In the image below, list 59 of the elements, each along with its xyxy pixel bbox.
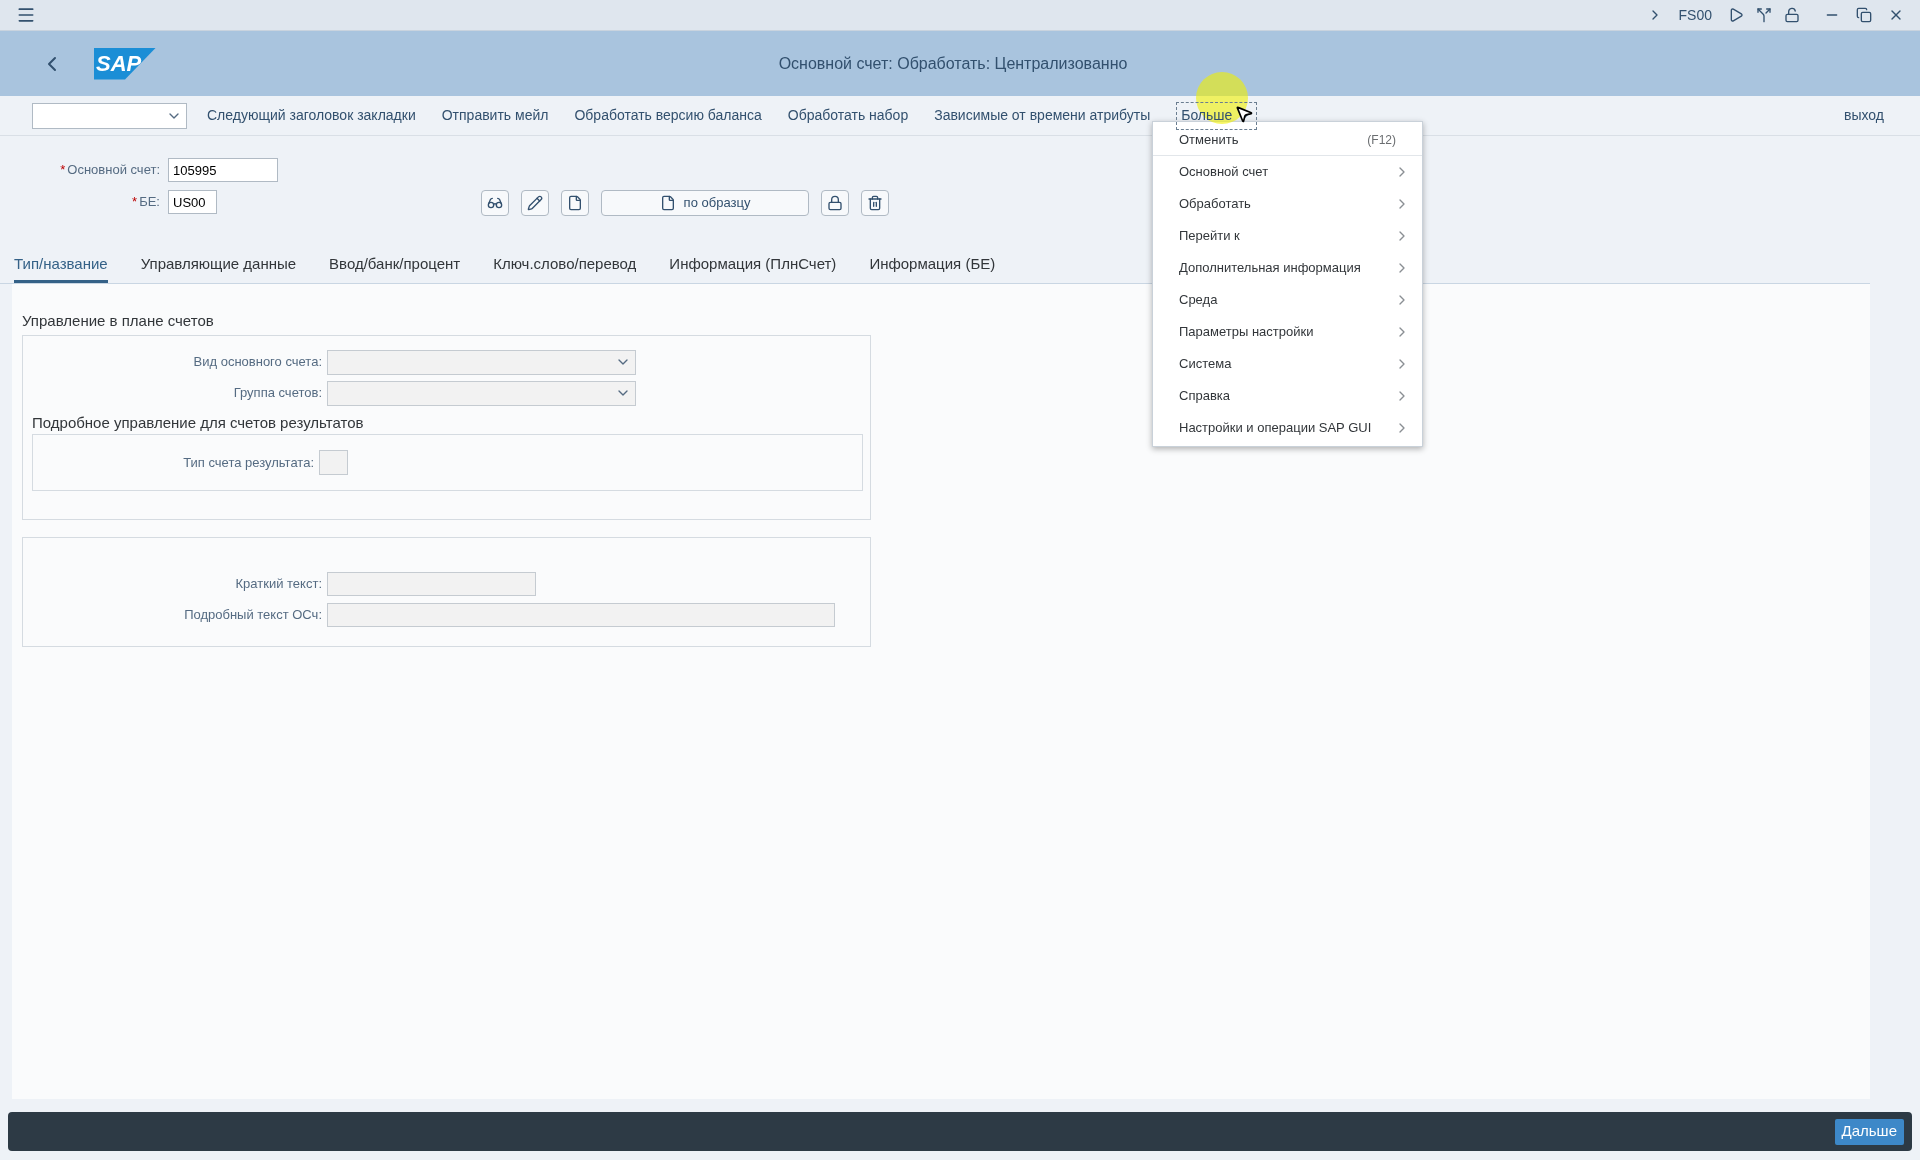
input-field[interactable] (327, 571, 536, 596)
field-label: Краткий текст: (234, 574, 323, 593)
field-label: Группа счетов: (232, 384, 323, 403)
tab[interactable]: Информация (ПлнСчет) (669, 252, 837, 283)
menu-item[interactable]: Перейти к (1153, 220, 1422, 252)
group-title: Управление в плане счетов (22, 311, 214, 331)
required-asterisk: * (132, 193, 138, 212)
lock-button[interactable] (821, 190, 849, 216)
toolbar-button[interactable]: Следующий заголовок закладки (207, 105, 416, 126)
play-icon[interactable] (1728, 7, 1744, 23)
window-title: Основной счет: Обработать: Централизованно (778, 53, 1128, 74)
menu-item[interactable]: Система (1153, 348, 1422, 380)
tab[interactable]: Информация (БЕ) (869, 252, 996, 283)
dropdown-field[interactable] (327, 380, 636, 406)
menu-icon[interactable] (16, 5, 36, 25)
trash-icon (867, 195, 883, 211)
lock-icon (827, 195, 843, 211)
input-field[interactable]: 105995 (168, 158, 278, 182)
unlock-icon[interactable] (1784, 7, 1800, 23)
glasses-icon (487, 195, 503, 211)
logo: SAP (94, 47, 156, 80)
toolbar-button[interactable]: Отправить мейл (441, 105, 549, 126)
field-label: Основной счет: (67, 161, 160, 180)
toolbar-button[interactable]: Обработать версию баланса (574, 105, 762, 126)
menu-item[interactable]: Среда (1153, 284, 1422, 316)
tab[interactable]: Ввод/банк/процент (329, 252, 461, 283)
input-field[interactable]: US00 (168, 190, 217, 214)
menu-item[interactable]: Параметры настройки (1153, 316, 1422, 348)
exit-button[interactable]: выход (1844, 105, 1884, 126)
transaction-code: FS00 (1678, 5, 1712, 25)
menu-item[interactable]: Обработать (1153, 188, 1422, 220)
display-button[interactable] (481, 190, 509, 216)
maximize-icon[interactable] (1856, 7, 1872, 23)
subgroup-title: Подробное управление для счетов результатов (32, 412, 364, 433)
input-field[interactable] (327, 602, 835, 627)
dropdown-field[interactable] (327, 349, 636, 375)
document-icon (567, 195, 583, 211)
toolbar-button[interactable]: Зависимые от времени атрибуты (934, 105, 1151, 126)
menu-item[interactable]: Дополнительная информация (1153, 252, 1422, 284)
field-label: БЕ: (139, 193, 160, 212)
toolbar-button[interactable]: Обработать набор (787, 105, 909, 126)
delete-button[interactable] (861, 190, 889, 216)
field-label: Подробный текст ОСч: (183, 605, 323, 624)
menu-item[interactable]: Справка (1153, 380, 1422, 412)
input-field[interactable] (319, 450, 348, 475)
dropdown-field[interactable] (32, 102, 187, 129)
menu-item[interactable]: Настройки и операции SAP GUI (1153, 412, 1422, 444)
create-button[interactable] (561, 190, 589, 216)
copy-button[interactable]: по образцу (601, 190, 809, 216)
pencil-icon (527, 195, 543, 211)
tab[interactable]: Ключ.слово/перевод (493, 252, 637, 283)
required-asterisk: * (60, 161, 66, 180)
field-label: Вид основного счета: (192, 353, 323, 372)
menu-item[interactable]: Основной счет (1153, 156, 1422, 188)
tab[interactable]: Управляющие данные (140, 252, 297, 283)
field-label: Тип счета результата: (182, 453, 315, 472)
document-icon (659, 195, 676, 211)
continue-button[interactable]: Дальше (1834, 1118, 1904, 1145)
edit-button[interactable] (521, 190, 549, 216)
